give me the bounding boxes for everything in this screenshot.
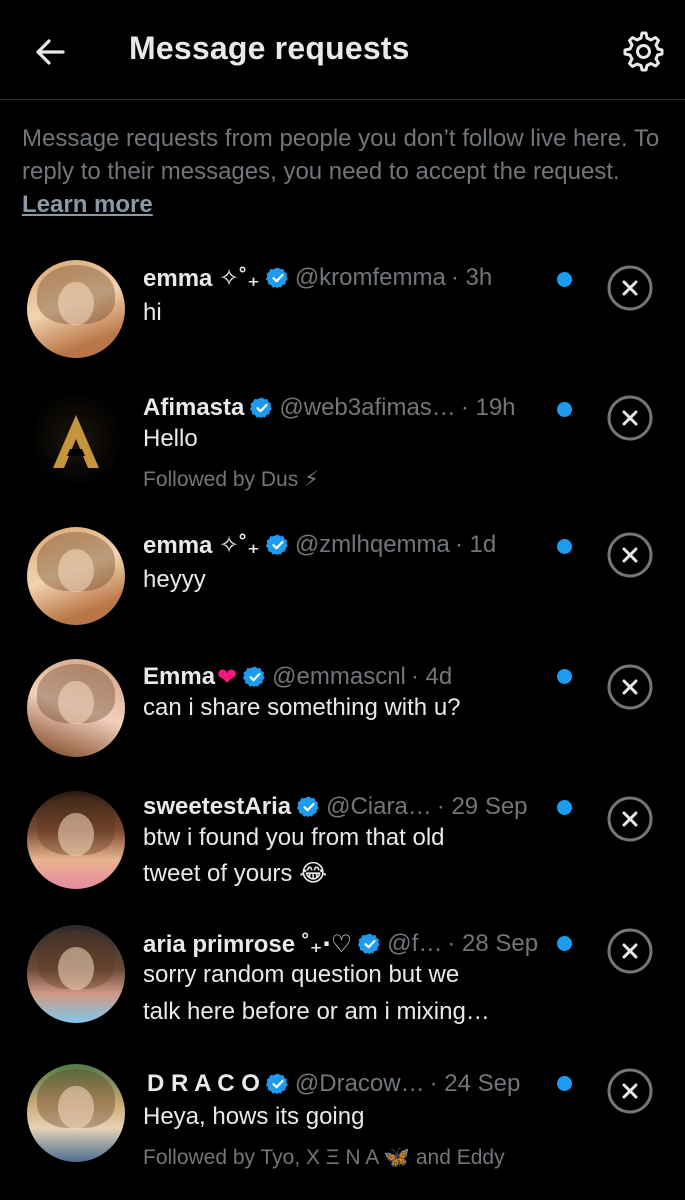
handle: @Dracow… (294, 1070, 425, 1097)
display-name: aria primrose ˚₊‧♡ (143, 930, 353, 958)
dismiss-icon[interactable] (607, 796, 653, 842)
unread-dot (557, 669, 572, 684)
message-request-item[interactable]: sweetestAria @Ciara… · 29 Sep btw i foun… (0, 786, 685, 911)
dismiss-icon[interactable] (607, 664, 653, 710)
back-arrow-icon[interactable] (30, 32, 70, 72)
verified-badge-icon (358, 933, 380, 955)
request-header: Afimasta @web3afimas… · 19h (143, 391, 516, 425)
timestamp: · 1d (454, 531, 497, 558)
handle: @Ciara… (326, 793, 432, 820)
verified-badge-icon (243, 666, 265, 688)
intro-description: Message requests from people you don’t f… (22, 125, 660, 185)
message-preview-line-2: talk here before or am i mixing… (143, 998, 490, 1025)
dismiss-icon[interactable] (607, 395, 653, 441)
message-preview: can i share something with u? (143, 694, 461, 721)
top-bar: Message requests (0, 0, 685, 100)
timestamp: · 24 Sep (429, 1070, 521, 1097)
message-preview: Hello (143, 425, 198, 452)
message-preview: hi (143, 299, 162, 326)
unread-dot (557, 539, 572, 554)
unread-dot (557, 1076, 572, 1091)
avatar[interactable] (27, 260, 125, 358)
unread-dot (557, 272, 572, 287)
display-name: D R A C O (147, 1070, 260, 1097)
dismiss-icon[interactable] (607, 532, 653, 578)
followed-by-text: Followed by Dus ⚡ (143, 468, 319, 491)
message-request-item[interactable]: Afimasta @web3afimas… · 19h Hello Follow… (0, 385, 685, 510)
avatar[interactable] (27, 925, 125, 1023)
unread-dot (557, 402, 572, 417)
gear-icon[interactable] (620, 29, 664, 73)
verified-badge-icon (265, 267, 288, 289)
dismiss-icon[interactable] (607, 265, 653, 311)
message-preview: heyyy (143, 566, 206, 593)
display-name: emma ✧˚₊ (143, 264, 260, 292)
afimasta-logo-icon (53, 415, 99, 468)
message-preview: Heya, hows its going (143, 1103, 365, 1130)
heart-icon: ❤ (217, 663, 238, 691)
followed-by-text: Followed by Tyo, X Ξ N A 🦋 and Eddy (143, 1146, 505, 1169)
display-name: emma ✧˚₊ (143, 531, 260, 559)
request-header: sweetestAria @Ciara… · 29 Sep (143, 790, 528, 824)
request-header: emma ✧˚₊ @kromfemma · 3h (143, 261, 492, 295)
message-preview: sorry random question but we (143, 961, 460, 988)
timestamp: · 19h (460, 394, 516, 421)
message-request-item[interactable]: aria primrose ˚₊‧♡ @f… · 28 Sep sorry ra… (0, 923, 685, 1048)
dismiss-icon[interactable] (607, 1068, 653, 1114)
avatar[interactable] (27, 390, 125, 488)
display-name: Afimasta (143, 394, 245, 421)
page-title: Message requests (129, 30, 410, 66)
unread-dot (557, 936, 572, 951)
unread-dot (557, 800, 572, 815)
timestamp: · 4d (410, 663, 453, 690)
message-request-item[interactable]: emma ✧˚₊ @kromfemma · 3h hi (0, 255, 685, 375)
request-header: emma ✧˚₊ @zmlhqemma · 1d (143, 528, 496, 562)
timestamp: · 28 Sep (447, 930, 539, 957)
dismiss-icon[interactable] (607, 928, 653, 974)
message-preview-line-2: tweet of yours 😂 (143, 860, 328, 887)
verified-badge-icon (265, 534, 288, 556)
timestamp: · 3h (450, 264, 493, 291)
message-request-item[interactable]: Emma ❤ @emmascnl · 4d can i share someth… (0, 654, 685, 774)
verified-badge-icon (297, 796, 319, 818)
avatar[interactable] (27, 1064, 125, 1162)
display-name: Emma (143, 663, 216, 690)
handle: @f… (387, 930, 443, 957)
verified-badge-icon (265, 1073, 288, 1095)
message-request-item[interactable]: emma ✧˚₊ @zmlhqemma · 1d heyyy (0, 522, 685, 642)
avatar[interactable] (27, 659, 125, 757)
request-header: aria primrose ˚₊‧♡ @f… · 28 Sep (143, 927, 538, 961)
display-name: sweetestAria (143, 793, 292, 820)
timestamp: · 29 Sep (436, 793, 528, 820)
avatar[interactable] (27, 527, 125, 625)
request-header: D R A C O @Dracow… · 24 Sep (143, 1067, 520, 1101)
verified-badge-icon (250, 397, 273, 419)
handle: @kromfemma (294, 264, 446, 291)
intro-text: Message requests from people you don’t f… (22, 122, 667, 221)
request-header: Emma ❤ @emmascnl · 4d (143, 660, 452, 694)
message-request-item[interactable]: D R A C O @Dracow… · 24 Sep Heya, hows i… (0, 1062, 685, 1187)
learn-more-link[interactable]: Learn more (22, 191, 153, 218)
message-preview: btw i found you from that old (143, 824, 445, 851)
avatar[interactable] (27, 791, 125, 889)
handle: @emmascnl (272, 663, 406, 690)
handle: @web3afimas… (279, 394, 456, 421)
handle: @zmlhqemma (294, 531, 450, 558)
